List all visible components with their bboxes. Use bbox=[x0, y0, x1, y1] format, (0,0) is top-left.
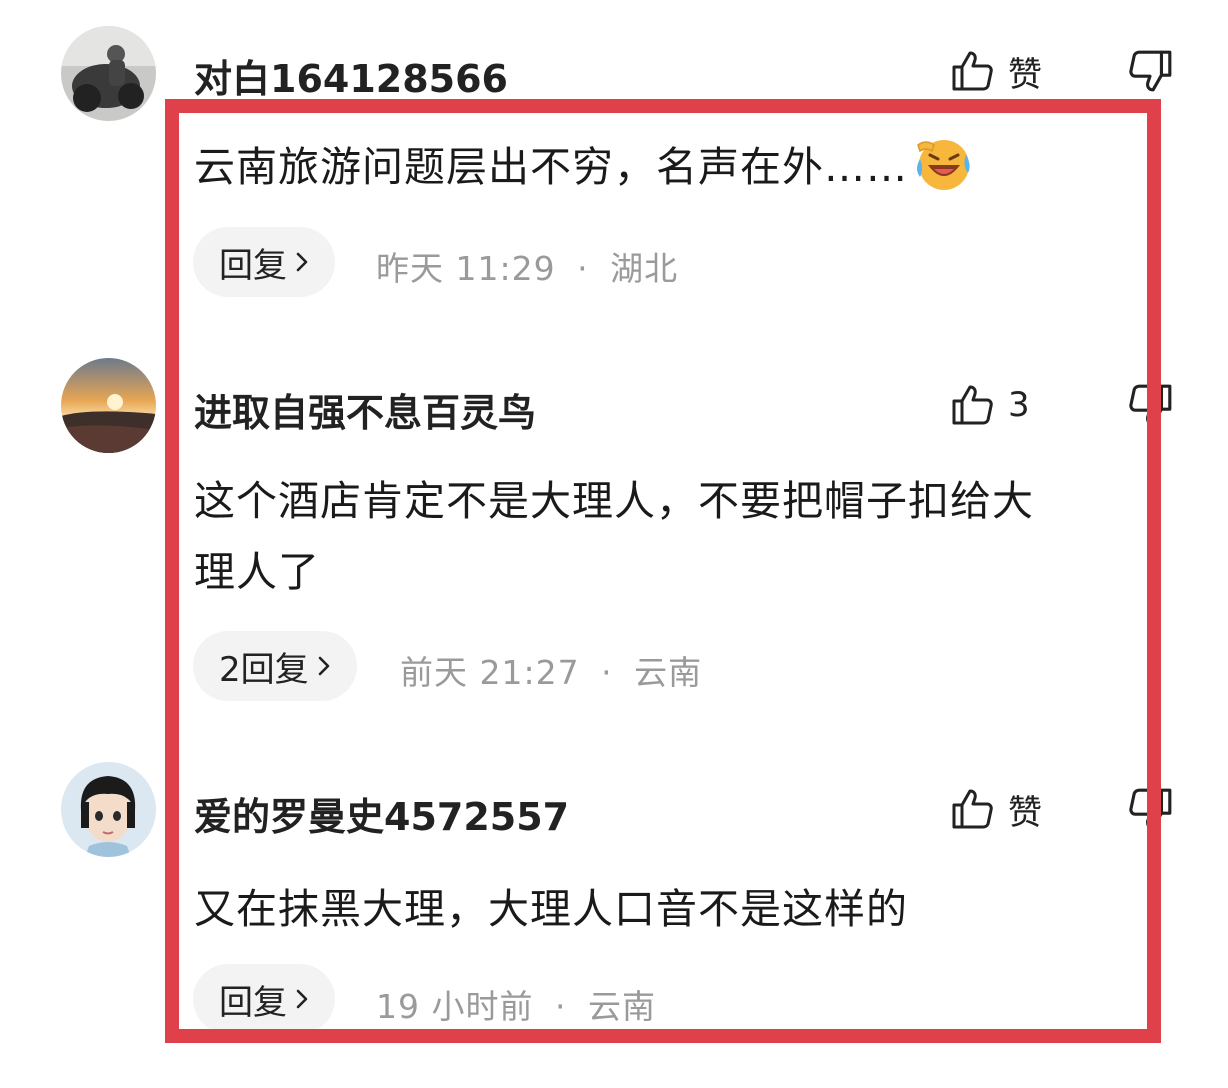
reply-label: 2回复 bbox=[219, 649, 309, 690]
reply-label: 回复 bbox=[219, 245, 287, 286]
chevron-right-icon bbox=[318, 656, 329, 676]
like-count: 3 bbox=[1008, 385, 1030, 425]
thumbs-up-icon bbox=[952, 385, 993, 425]
username[interactable]: 爱的罗曼史4572557 bbox=[194, 786, 569, 841]
timestamp: 昨天 11:29 bbox=[376, 249, 556, 288]
comment-meta: 昨天 11:29 · 湖北 bbox=[376, 242, 678, 290]
comment-text-line: 理人了 bbox=[194, 548, 320, 596]
comment-meta: 前天 21:27 · 云南 bbox=[400, 646, 702, 694]
thumbs-down-icon bbox=[1129, 788, 1172, 830]
reply-button[interactable]: 回复 bbox=[193, 964, 335, 1034]
meta-separator: · bbox=[554, 987, 567, 1026]
timestamp: 19 小时前 bbox=[376, 987, 534, 1026]
like-button[interactable]: 赞 bbox=[950, 48, 1042, 95]
thumbs-down-icon bbox=[1129, 384, 1172, 426]
avatar[interactable] bbox=[61, 358, 156, 453]
reply-label: 回复 bbox=[219, 982, 287, 1023]
meta-separator: · bbox=[577, 249, 589, 288]
comment-text: 又在抹黑大理，大理人口音不是这样的 bbox=[194, 885, 908, 933]
timestamp: 前天 21:27 bbox=[400, 653, 580, 692]
thumbs-up-icon bbox=[952, 51, 993, 91]
dislike-button[interactable] bbox=[1128, 786, 1176, 832]
more-options-icon[interactable]: ‹ bbox=[1148, 244, 1160, 279]
dislike-button[interactable] bbox=[1128, 382, 1176, 428]
like-button[interactable]: 赞 bbox=[950, 786, 1042, 833]
like-count: 赞 bbox=[1008, 792, 1042, 833]
more-options-icon[interactable]: ‹ bbox=[1148, 982, 1160, 1017]
location: 湖北 bbox=[610, 249, 679, 288]
avatar[interactable] bbox=[61, 762, 156, 857]
like-button[interactable]: 3 bbox=[950, 382, 1030, 428]
comment-text: 云南旅游问题层出不穷，名声在外…… bbox=[194, 132, 972, 202]
location: 云南 bbox=[634, 653, 703, 692]
chevron-right-icon bbox=[296, 252, 308, 272]
thumbs-down-icon bbox=[1129, 50, 1172, 92]
comment-meta: 19 小时前 · 云南 bbox=[376, 980, 656, 1028]
reply-button[interactable]: 2回复 bbox=[193, 631, 357, 701]
location: 云南 bbox=[587, 987, 656, 1026]
thumbs-up-icon bbox=[952, 789, 993, 829]
laughing-crying-face-icon bbox=[917, 140, 970, 190]
more-options-icon[interactable]: ‹ bbox=[1148, 648, 1160, 683]
dislike-button[interactable] bbox=[1128, 48, 1176, 94]
comment-text-line: 这个酒店肯定不是大理人，不要把帽子扣给大 bbox=[194, 477, 1034, 525]
avatar[interactable] bbox=[61, 26, 156, 121]
username[interactable]: 进取自强不息百灵鸟 bbox=[194, 382, 536, 437]
like-count: 赞 bbox=[1008, 54, 1042, 95]
chevron-right-icon bbox=[296, 989, 308, 1009]
meta-separator: · bbox=[601, 653, 613, 692]
username[interactable]: 对白164128566 bbox=[194, 48, 508, 103]
reply-button[interactable]: 回复 bbox=[193, 227, 335, 297]
